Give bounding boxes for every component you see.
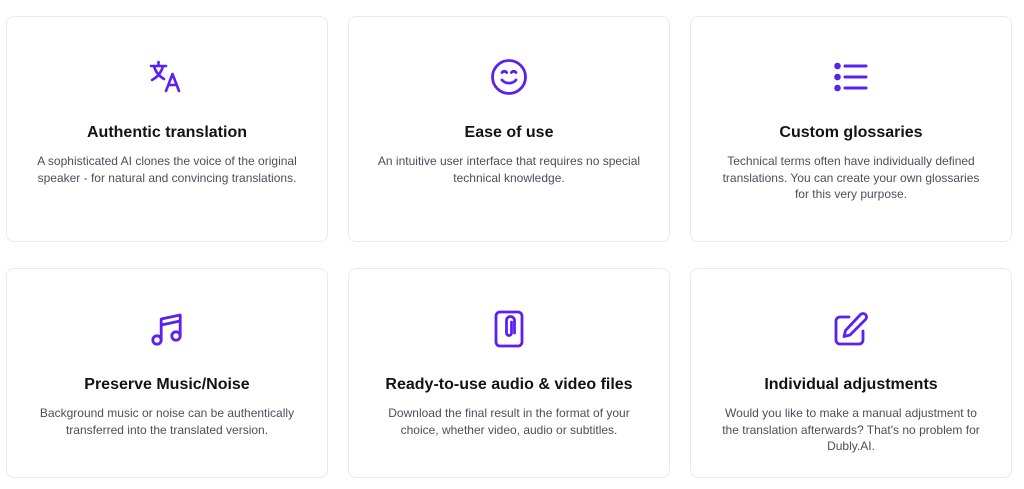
feature-card-custom-glossaries: Custom glossaries Technical terms often … bbox=[690, 16, 1012, 242]
feature-title: Authentic translation bbox=[86, 124, 247, 141]
feature-card-ready-to-use-files: Ready-to-use audio & video files Downloa… bbox=[348, 268, 670, 478]
feature-title: Custom glossaries bbox=[779, 124, 923, 141]
feature-description: Background music or noise can be authent… bbox=[39, 406, 295, 437]
translate-icon bbox=[147, 57, 187, 97]
edit-pencil-icon bbox=[831, 309, 871, 349]
smiley-face-icon bbox=[489, 57, 529, 97]
feature-card-preserve-music-noise: Preserve Music/Noise Background music or… bbox=[6, 268, 328, 478]
feature-description: Download the final result in the format … bbox=[388, 406, 630, 437]
paperclip-file-icon bbox=[489, 309, 529, 349]
feature-card-individual-adjustments: Individual adjustments Would you like to… bbox=[690, 268, 1012, 478]
feature-title: Ease of use bbox=[464, 124, 554, 141]
feature-description: A sophisticated AI clones the voice of t… bbox=[37, 154, 297, 185]
list-icon bbox=[831, 57, 871, 97]
feature-title: Ready-to-use audio & video files bbox=[385, 376, 633, 393]
feature-card-authentic-translation: Authentic translation A sophisticated AI… bbox=[6, 16, 328, 242]
feature-description: Technical terms often have individually … bbox=[722, 154, 980, 201]
feature-description: An intuitive user interface that require… bbox=[377, 154, 641, 185]
feature-title: Preserve Music/Noise bbox=[84, 376, 250, 393]
feature-card-ease-of-use: Ease of use An intuitive user interface … bbox=[348, 16, 670, 242]
features-grid: Authentic translation A sophisticated AI… bbox=[0, 0, 1024, 489]
feature-title: Individual adjustments bbox=[764, 376, 938, 393]
music-note-icon bbox=[147, 309, 187, 349]
feature-description: Would you like to make a manual adjustme… bbox=[722, 406, 980, 453]
